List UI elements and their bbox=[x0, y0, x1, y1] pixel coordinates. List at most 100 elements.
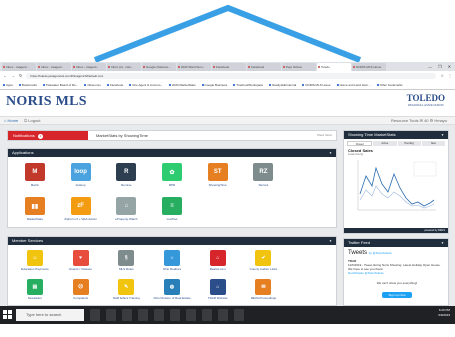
bookmark-item[interactable]: TrueFootWorkspace bbox=[233, 83, 263, 87]
browser-tab[interactable]: Facebook bbox=[212, 63, 246, 71]
reload-icon[interactable]: ↻ bbox=[19, 73, 22, 78]
app-icon[interactable] bbox=[218, 309, 228, 321]
bookmark-item[interactable]: Apps bbox=[3, 83, 13, 87]
browser-tab[interactable]: NORIS MLS Home bbox=[352, 63, 386, 71]
app-tile[interactable]: RZ Rezora bbox=[241, 160, 287, 191]
chevron-down-icon[interactable]: ▼ bbox=[329, 149, 332, 157]
chevron-down-icon[interactable]: ▼ bbox=[441, 131, 444, 139]
app-tile[interactable]: ☼ Ohio Realtors bbox=[149, 248, 195, 276]
window-controls: — ❐ ✕ bbox=[428, 63, 455, 71]
close-button[interactable]: ✕ bbox=[448, 63, 451, 71]
app-icon[interactable] bbox=[202, 309, 212, 321]
nav-right-tools[interactable]: Resource Tools ✉ 40 ⚙ Hmayo bbox=[391, 117, 447, 125]
tweet-retweet-line[interactable]: NorisToledo @NorisToledo bbox=[348, 271, 384, 275]
bookmark-item[interactable]: RealtyHubInternal bbox=[269, 83, 296, 87]
member-services-panel: Member Services ▼ ☺ Education Payments ♥ Ev… bbox=[7, 236, 337, 324]
browser-chrome: Inbox - csagent... Inbox - csagent... Inbo… bbox=[0, 62, 455, 90]
app-icon[interactable] bbox=[186, 309, 196, 321]
auditor-icon: ✔ bbox=[255, 250, 272, 266]
browser-tab[interactable]: Toledo bbox=[317, 63, 351, 71]
tile-label: TRAR Website bbox=[207, 296, 228, 300]
app-tile[interactable]: M Matrix bbox=[12, 160, 58, 191]
app-tile[interactable]: ✉ REVA Proceedings bbox=[241, 277, 287, 305]
app-tile[interactable]: ⌂ eProperty Watch bbox=[103, 194, 149, 225]
nav-logout-link[interactable]: ⏻ Logout bbox=[24, 117, 41, 125]
windows-start-icon[interactable] bbox=[3, 310, 12, 319]
bookmark-item[interactable]: Google Business bbox=[202, 83, 228, 87]
app-tile[interactable]: ▤ Newsletter bbox=[12, 277, 58, 305]
minimize-button[interactable]: — bbox=[428, 63, 432, 71]
app-tile[interactable]: ✔ County Auditor Links bbox=[241, 248, 287, 276]
marketstats-tab[interactable]: Closed bbox=[347, 141, 373, 146]
nav-home-link[interactable]: ⌂ Home bbox=[4, 117, 18, 125]
app-tile[interactable]: ☹ Complaints bbox=[58, 277, 104, 305]
marketstats-panel: Showing Time MarketStats ▼ Closed Active P… bbox=[343, 130, 449, 234]
app-tile[interactable]: ▮▮ MarketStats bbox=[12, 194, 58, 225]
chrome-icon[interactable] bbox=[170, 309, 180, 321]
noris-mls-logo[interactable]: NORIS MLS bbox=[6, 94, 87, 110]
browser-tab[interactable]: Inbox - csagent... bbox=[72, 63, 106, 71]
app-tile[interactable]: ☺ Education Payments bbox=[12, 248, 58, 276]
notification-text[interactable]: MarketStats by ShowingTime bbox=[96, 131, 148, 140]
app-tile[interactable]: ≡ Lux/Fax bbox=[149, 194, 195, 225]
browser-tab[interactable]: Inbox (2) - csto... bbox=[107, 63, 141, 71]
app-icon[interactable] bbox=[234, 309, 244, 321]
chevron-down-icon[interactable]: ▼ bbox=[329, 237, 332, 245]
tweet-item: TRAR 12/6/2019 - Tweet during Noris Show… bbox=[344, 257, 448, 277]
store-icon[interactable] bbox=[138, 309, 148, 321]
browser-tab[interactable]: Facebook bbox=[247, 63, 281, 71]
task-view-icon[interactable] bbox=[90, 309, 100, 321]
star-icon[interactable]: ☆ bbox=[440, 73, 444, 78]
notifications-button[interactable]: Notifications 1 bbox=[8, 131, 88, 140]
bookmark-item[interactable]: Home and Land Hom... bbox=[337, 83, 371, 87]
marketstats-tab[interactable]: Pending bbox=[397, 141, 421, 146]
app-tile[interactable]: ST ShowingTime bbox=[195, 160, 241, 191]
bookmark-item[interactable]: Bookmarks bbox=[19, 83, 37, 87]
back-icon[interactable]: ← bbox=[3, 73, 7, 78]
bookmark-item[interactable]: One Agent & Commo... bbox=[129, 83, 163, 87]
browser-tab[interactable]: Google Classroo... bbox=[142, 63, 176, 71]
bookmark-item[interactable]: NORIS MLS Home bbox=[302, 83, 330, 87]
nav-bar: ⌂ Home ⏻ Logout Resource Tools ✉ 40 ⚙ Hm… bbox=[0, 116, 455, 125]
tile-label: ZipForm 6 + Web Admin bbox=[64, 217, 97, 221]
edge-icon[interactable] bbox=[106, 309, 116, 321]
eproperty-icon: ⌂ bbox=[116, 197, 137, 215]
app-tile[interactable]: zF ZipForm 6 + Web Admin bbox=[58, 194, 104, 225]
app-tile[interactable]: ♥ Events / Classes bbox=[58, 248, 104, 276]
address-bar[interactable]: https://toledo.paragonrels.com/ParagonLS… bbox=[26, 72, 437, 79]
browser-tab[interactable]: Inbox - csagent... bbox=[37, 63, 71, 71]
tweets-handle-link[interactable]: by @NorisToledo bbox=[369, 251, 392, 255]
bookmark-item[interactable]: Facebook bbox=[107, 83, 123, 87]
app-tile[interactable]: loop dotloop bbox=[58, 160, 104, 191]
mail-icon[interactable] bbox=[154, 309, 164, 321]
app-tile[interactable]: R Remine bbox=[103, 160, 149, 191]
taskbar-search-input[interactable]: Type here to search bbox=[16, 309, 84, 321]
app-tile[interactable]: ⌂ TRAR Website bbox=[195, 277, 241, 305]
bookmark-item[interactable]: zillow.com bbox=[84, 83, 101, 87]
bookmark-item[interactable]: 2020 MarketStats bbox=[169, 83, 196, 87]
browser-tab[interactable]: Inbox - csagent... bbox=[2, 63, 36, 71]
marketstats-tab[interactable]: New bbox=[421, 141, 445, 146]
system-tray-clock[interactable]: 6:20 PM 6/9/2019 bbox=[438, 308, 450, 318]
forward-icon[interactable]: → bbox=[11, 73, 15, 78]
complaints-icon: ☹ bbox=[72, 279, 89, 295]
twitter-panel: Twitter Feed ▼ Tweets by @NorisToledo TR… bbox=[343, 238, 449, 306]
marketstats-tab[interactable]: Active bbox=[373, 141, 397, 146]
bookmark-item[interactable]: Tidewater Board of Re... bbox=[43, 83, 78, 87]
app-tile[interactable]: ✿ RPR bbox=[149, 160, 195, 191]
menu-icon[interactable]: ⋮ bbox=[448, 73, 452, 78]
app-tile[interactable]: § MLS Rules bbox=[103, 248, 149, 276]
browser-tab[interactable]: Pepi Ochoa bbox=[282, 63, 316, 71]
twitter-signup-button[interactable]: Sign up Now bbox=[382, 292, 412, 298]
app-tile[interactable]: ✎ NAR Ethics Training bbox=[103, 277, 149, 305]
toledo-logo[interactable]: TOLEDO REGIONAL ASSOCIATION bbox=[407, 93, 445, 107]
app-tile[interactable]: ◍ Ohio Division of Real Estate bbox=[149, 277, 195, 305]
matrix-icon: M bbox=[24, 163, 45, 181]
file-explorer-icon[interactable] bbox=[122, 309, 132, 321]
bookmark-item[interactable]: Other bookmarks bbox=[377, 83, 403, 87]
app-tile[interactable]: ⌂ Realtor.com bbox=[195, 248, 241, 276]
chevron-down-icon[interactable]: ▼ bbox=[441, 239, 444, 247]
show-more-link[interactable]: Show More bbox=[317, 131, 332, 140]
browser-tab[interactable]: 2020 Ward Sum... bbox=[177, 63, 211, 71]
maximize-button[interactable]: ❐ bbox=[438, 63, 442, 71]
